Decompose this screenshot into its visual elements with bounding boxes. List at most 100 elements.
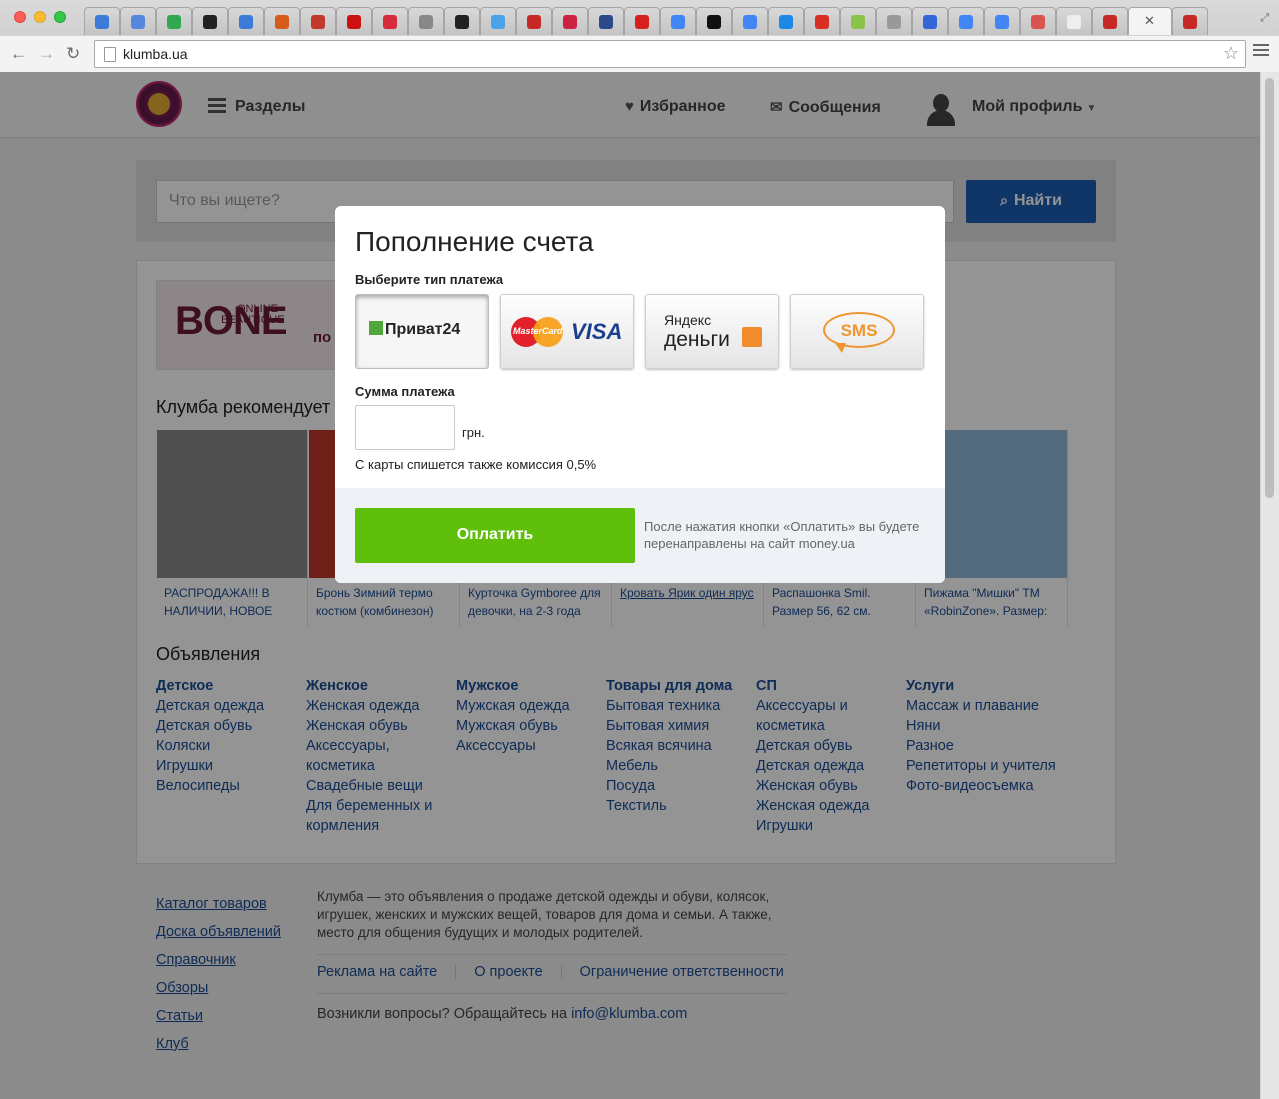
favicon-icon [599, 15, 613, 29]
browser-tab[interactable] [516, 7, 552, 35]
zoom-window-button[interactable] [54, 11, 66, 23]
speech-tail-icon [835, 343, 846, 353]
browser-tab[interactable] [444, 7, 480, 35]
browser-tab[interactable] [84, 7, 120, 35]
reload-icon[interactable]: ↻ [66, 44, 80, 64]
favicon-icon [851, 15, 865, 29]
privat24-icon [369, 321, 383, 335]
browser-chrome: ✕ ⤢ ← → ↻ klumba.ua ☆ [0, 0, 1279, 72]
browser-tab[interactable] [1172, 7, 1208, 35]
favicon-icon [311, 15, 325, 29]
browser-tab[interactable] [876, 7, 912, 35]
fee-note: С карты спишется также комиссия 0,5% [355, 457, 597, 472]
favicon-icon [95, 15, 109, 29]
favicon-icon [419, 15, 433, 29]
sum-label: Сумма платежа [355, 384, 455, 399]
favicon-icon [167, 15, 181, 29]
favicon-icon [347, 15, 361, 29]
favicon-icon [959, 15, 973, 29]
favicon-icon [203, 15, 217, 29]
privat24-option[interactable]: Приват24 [355, 294, 489, 369]
browser-tab[interactable] [120, 7, 156, 35]
browser-tab[interactable] [156, 7, 192, 35]
privat24-label: Приват24 [385, 321, 461, 338]
favicon-icon [1103, 15, 1117, 29]
minimize-window-button[interactable] [34, 11, 46, 23]
wallet-icon [742, 327, 762, 347]
yandex-money-logo: Яндекс деньги [664, 311, 730, 351]
address-bar[interactable]: klumba.ua ☆ [94, 40, 1246, 68]
browser-tab[interactable] [408, 7, 444, 35]
modal-title: Пополнение счета [355, 226, 594, 257]
browser-tab[interactable] [1092, 7, 1128, 35]
favicon-icon [1067, 15, 1081, 29]
bookmark-star-icon[interactable]: ☆ [1223, 43, 1239, 64]
favicon-icon [635, 15, 649, 29]
visa-logo: VISA [571, 319, 623, 344]
back-arrow-icon[interactable]: ← [10, 44, 27, 64]
favicon-icon [491, 15, 505, 29]
browser-tab[interactable] [624, 7, 660, 35]
pay-type-label: Выберите тип платежа [355, 272, 504, 287]
favicon-icon [455, 15, 469, 29]
browser-tab[interactable] [696, 7, 732, 35]
browser-tab[interactable] [588, 7, 624, 35]
browser-tab[interactable] [1056, 7, 1092, 35]
scrollbar[interactable] [1260, 72, 1279, 1099]
pay-button[interactable]: Оплатить [355, 508, 635, 563]
favicon-icon [1031, 15, 1045, 29]
money-label: деньги [664, 328, 730, 351]
browser-tab[interactable] [552, 7, 588, 35]
card-option[interactable]: MasterCard VISA [500, 294, 634, 369]
close-window-button[interactable] [14, 11, 26, 23]
browser-menu-icon[interactable] [1253, 44, 1269, 59]
browser-tab[interactable] [912, 7, 948, 35]
redirect-note: После нажатия кнопки «Оплатить» вы будет… [644, 519, 920, 551]
browser-tab[interactable] [948, 7, 984, 35]
mastercard-label: MasterCard [513, 326, 563, 336]
payment-modal: Пополнение счета Выберите тип платежа Пр… [335, 206, 945, 583]
sms-option[interactable]: SMS [790, 294, 924, 369]
fullscreen-icon[interactable]: ⤢ [1260, 12, 1269, 25]
favicon-icon [275, 15, 289, 29]
browser-tab[interactable] [228, 7, 264, 35]
favicon-icon [707, 15, 721, 29]
browser-tab[interactable] [264, 7, 300, 35]
sms-bubble-icon: SMS [823, 312, 895, 348]
browser-tab[interactable] [1020, 7, 1056, 35]
favicon-icon [815, 15, 829, 29]
sms-label: SMS [840, 321, 878, 340]
browser-tab[interactable] [984, 7, 1020, 35]
favicon-icon [923, 15, 937, 29]
mastercard-icon: MasterCard [511, 317, 567, 347]
browser-tab[interactable] [840, 7, 876, 35]
browser-tab[interactable] [372, 7, 408, 35]
favicon-icon [1183, 15, 1197, 29]
browser-tab[interactable] [336, 7, 372, 35]
browser-tab[interactable] [804, 7, 840, 35]
yandex-money-option[interactable]: Яндекс деньги [645, 294, 779, 369]
browser-tab[interactable] [768, 7, 804, 35]
favicon-icon [239, 15, 253, 29]
currency-label: грн. [462, 425, 485, 440]
modal-footer: Оплатить После нажатия кнопки «Оплатить»… [335, 488, 945, 583]
favicon-icon [527, 15, 541, 29]
favicon-icon [131, 15, 145, 29]
scrollbar-thumb[interactable] [1265, 78, 1274, 498]
amount-input[interactable] [355, 405, 455, 450]
favicon-icon [995, 15, 1009, 29]
browser-tab[interactable] [300, 7, 336, 35]
privat24-logo: Приват24 [369, 321, 460, 339]
browser-tab[interactable]: ✕ [1128, 7, 1172, 35]
favicon-icon [887, 15, 901, 29]
browser-tab[interactable] [732, 7, 768, 35]
url-text[interactable]: klumba.ua [123, 46, 188, 62]
favicon-icon [779, 15, 793, 29]
forward-arrow-icon[interactable]: → [38, 44, 55, 64]
browser-tab[interactable] [480, 7, 516, 35]
page-icon [104, 47, 116, 62]
browser-tab[interactable] [660, 7, 696, 35]
favicon-icon [671, 15, 685, 29]
close-tab-icon[interactable]: ✕ [1144, 13, 1155, 29]
browser-tab[interactable] [192, 7, 228, 35]
